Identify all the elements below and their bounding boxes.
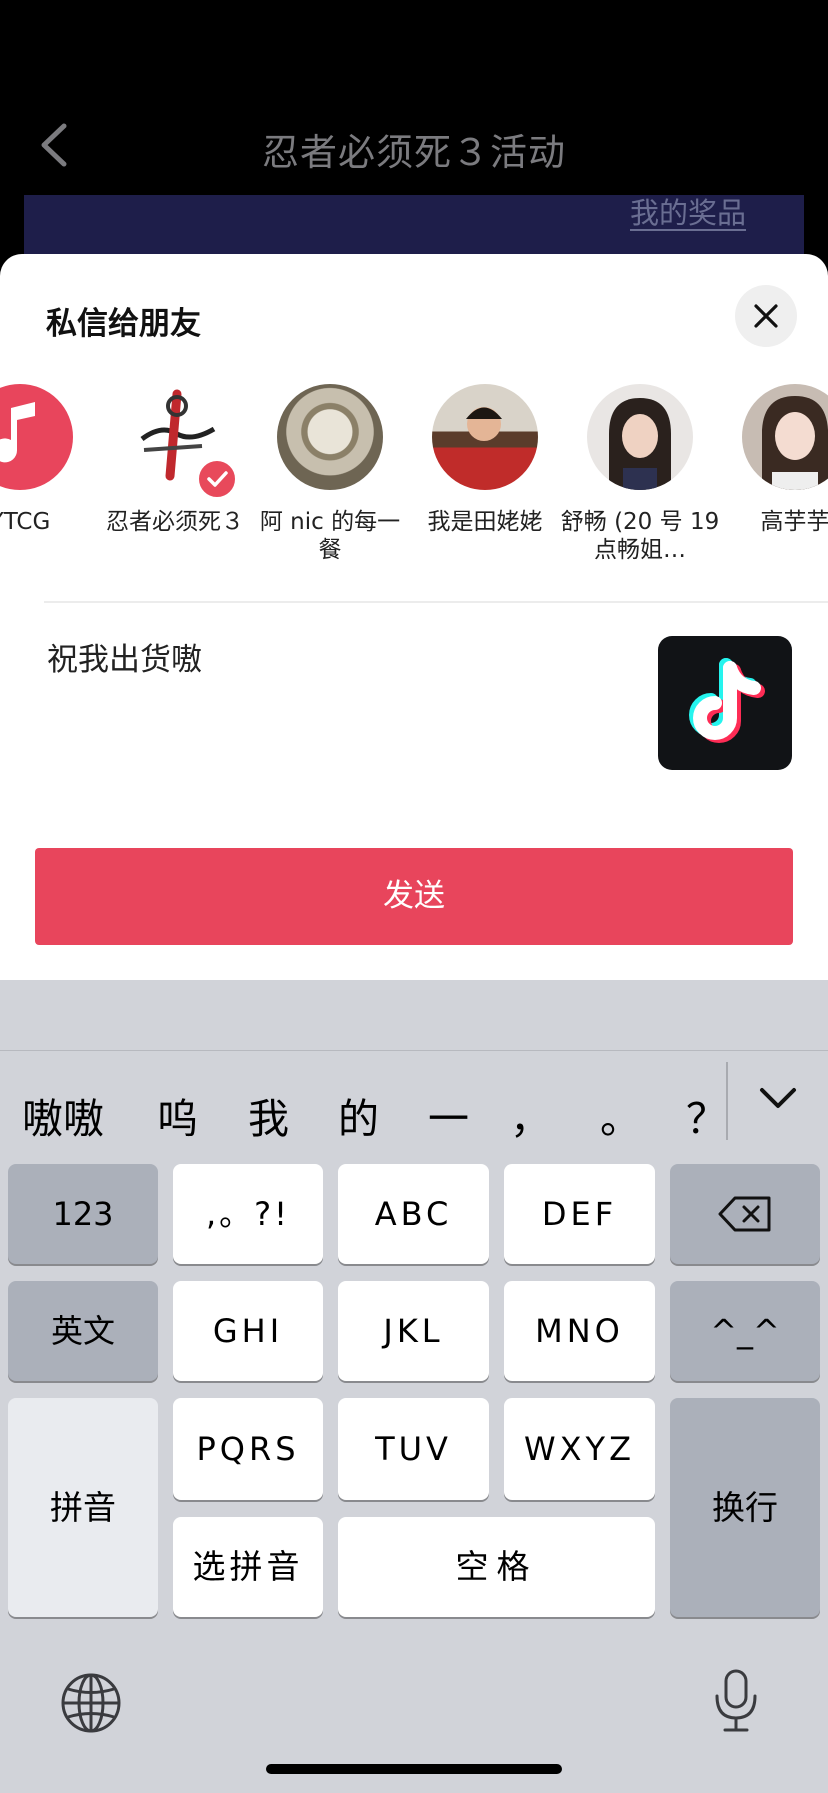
key-tuv[interactable]: TUV: [338, 1398, 489, 1500]
keyboard: 嗷嗷 呜 我 的 一 ， 。 ？: [0, 980, 828, 1793]
candidate-word[interactable]: 呜: [157, 1085, 198, 1145]
key-emoji[interactable]: ^_^: [670, 1281, 820, 1381]
key-wxyz[interactable]: WXYZ: [504, 1398, 655, 1500]
keyboard-separator: [0, 1050, 828, 1051]
friend-name: 阿 nic 的每一餐: [259, 509, 401, 563]
avatar: [432, 384, 538, 490]
page-title: 忍者必须死３活动: [262, 131, 566, 174]
collapse-chevron-icon[interactable]: [758, 1085, 798, 1115]
key-pqrs[interactable]: PQRS: [173, 1398, 323, 1500]
key-abc[interactable]: ABC: [338, 1164, 489, 1264]
home-indicator: [266, 1764, 562, 1774]
friend-name: 舒畅 (20 号 19点畅姐…: [560, 509, 720, 563]
key-mno[interactable]: MNO: [504, 1281, 655, 1381]
candidate-word[interactable]: 。: [600, 1085, 641, 1145]
avatar: [742, 384, 828, 490]
key-jkl[interactable]: JKL: [338, 1281, 489, 1381]
candidate-word[interactable]: ？: [686, 1085, 727, 1145]
message-text[interactable]: 祝我出货嗷: [47, 634, 202, 679]
candidate-word[interactable]: 的: [338, 1085, 379, 1145]
avatar: [277, 384, 383, 490]
selected-check-icon: [196, 458, 238, 500]
backspace-icon: [718, 1196, 771, 1232]
key-ghi[interactable]: GHI: [173, 1281, 323, 1381]
close-button[interactable]: [735, 285, 797, 347]
close-icon: [754, 304, 778, 328]
candidate-word[interactable]: 嗷嗷: [22, 1085, 104, 1145]
candidate-word[interactable]: ，: [510, 1085, 551, 1145]
key-pinyin[interactable]: 拼音: [8, 1398, 158, 1617]
send-button[interactable]: 发送: [35, 848, 793, 945]
friend-name: 忍者必须死３: [106, 509, 244, 535]
candidate-word[interactable]: 我: [248, 1085, 289, 1145]
tiktok-logo-icon: [658, 636, 792, 770]
sheet-title: 私信给朋友: [46, 306, 201, 342]
avatar: [0, 384, 73, 490]
key-punctuation[interactable]: ,。?!: [173, 1164, 323, 1264]
avatar: [587, 384, 693, 490]
key-english[interactable]: 英文: [8, 1281, 158, 1381]
candidate-divider: [726, 1062, 728, 1140]
microphone-icon[interactable]: [712, 1668, 760, 1738]
candidate-word[interactable]: 一: [428, 1085, 469, 1145]
key-def[interactable]: DEF: [504, 1164, 655, 1264]
friend-name: 我是田姥姥: [427, 509, 543, 535]
friend-name: 高芋芋: [760, 509, 828, 535]
share-sheet: 私信给朋友 YTCG 忍者必须死３ 阿 nic 的每一餐: [0, 254, 828, 980]
globe-icon[interactable]: [60, 1672, 122, 1738]
divider: [44, 601, 828, 603]
key-return[interactable]: 换行: [670, 1398, 820, 1617]
friend-name: YTCG: [0, 509, 51, 535]
my-prizes-link[interactable]: 我的奖品: [630, 190, 746, 232]
key-123[interactable]: 123: [8, 1164, 158, 1264]
backspace-button[interactable]: [670, 1164, 820, 1264]
key-select-pinyin[interactable]: 选拼音: [173, 1517, 323, 1617]
key-space[interactable]: 空格: [338, 1517, 655, 1617]
